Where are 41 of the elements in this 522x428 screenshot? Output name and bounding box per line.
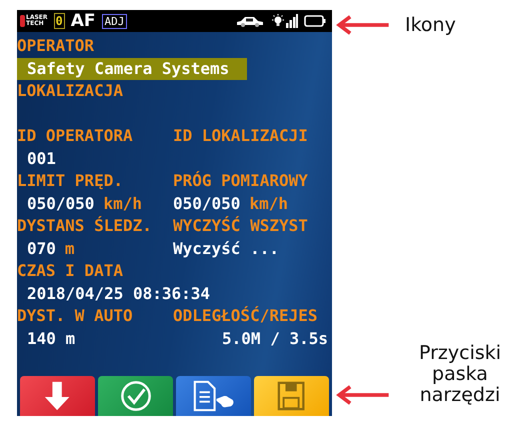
- field-value: 050/050: [173, 192, 240, 214]
- toolbar-button[interactable]: [254, 376, 329, 416]
- field-label: WYCZYŚĆ WSZYST: [173, 215, 309, 237]
- field-value: 140 m: [27, 328, 76, 350]
- check-circle-icon: [120, 380, 152, 412]
- signal-icon: [286, 14, 298, 28]
- field-value: 070: [27, 238, 56, 260]
- toolbar-button[interactable]: [176, 376, 251, 416]
- toolbar-button[interactable]: [98, 376, 173, 416]
- adjust-badge: ADJ: [102, 14, 128, 28]
- toolbar-button[interactable]: [20, 376, 95, 416]
- field-label: ID LOKALIZACJI: [173, 125, 309, 147]
- field-value: 5.0M / 3.5s: [222, 328, 328, 350]
- field-label: ID OPERATORA: [17, 125, 134, 147]
- unit-label: km/h: [249, 192, 288, 214]
- field-label: LOKALIZACJA: [17, 80, 124, 102]
- field-value: 050/050: [27, 192, 94, 214]
- field-label: OPERATOR: [17, 35, 96, 57]
- annotation-label: Przyciski paska narzędzi: [418, 343, 502, 406]
- arrow: [335, 384, 391, 406]
- arrow-down-icon: [43, 380, 72, 412]
- unit-label: m: [64, 238, 75, 260]
- field-label: DYSTANS ŚLEDZ.: [17, 215, 153, 237]
- unit-label: km/h: [103, 192, 142, 214]
- annotation-label: Ikony: [405, 14, 457, 36]
- counter-badge: 0: [54, 13, 65, 29]
- field-label: ODLEGŁOŚĆ/REJES: [173, 305, 318, 327]
- car-icon: [235, 15, 265, 27]
- field-label: CZAS I DATA: [17, 260, 124, 282]
- field-label: DYST. W AUTO: [17, 305, 134, 327]
- document-hand-icon: [192, 380, 236, 412]
- field-label: PRÓG POMIAROWY: [173, 170, 309, 192]
- battery-icon: [304, 15, 326, 27]
- field-value[interactable]: Safety Camera Systems: [27, 58, 230, 80]
- field-value: 001: [27, 148, 56, 170]
- field-value: 2018/04/25 08:36:34: [27, 282, 210, 304]
- field-label: LIMIT PRĘD.: [17, 170, 124, 192]
- field-value: Wyczyść ...: [173, 238, 279, 260]
- bulb-icon: [271, 14, 285, 28]
- arrow: [335, 14, 391, 36]
- mode-label: AF: [70, 12, 96, 30]
